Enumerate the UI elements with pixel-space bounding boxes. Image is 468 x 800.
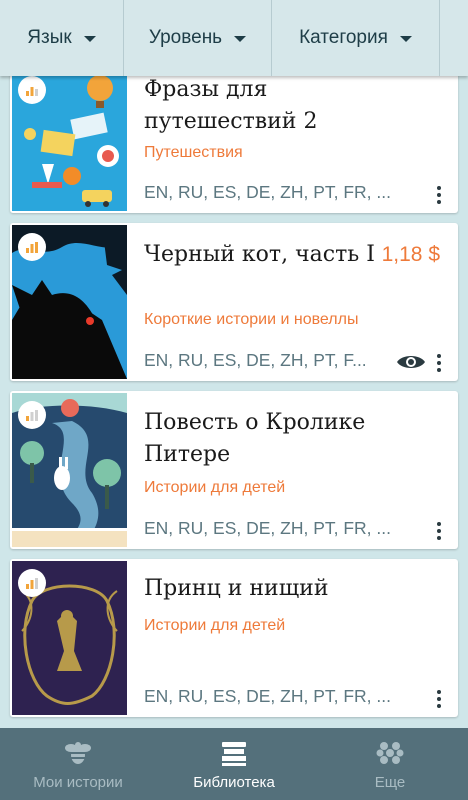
level-badge-icon (18, 76, 46, 104)
bee-icon (65, 741, 91, 764)
more-options-icon[interactable] (434, 186, 444, 204)
book-category: Короткие истории и новеллы (144, 311, 359, 328)
library-icon (222, 741, 246, 766)
book-title: Принц и нищий (144, 576, 329, 601)
book-title: Фразы для путешествий 2 (144, 77, 318, 134)
nav-more[interactable]: Еще (312, 728, 468, 800)
book-category: Истории для детей (144, 617, 286, 634)
nav-my-stories[interactable]: Мои истории (0, 728, 156, 800)
book-languages: EN, RU, ES, DE, ZH, PT, F... (144, 350, 367, 370)
filter-overflow (440, 0, 468, 76)
black-cat-cover-image (12, 225, 127, 379)
nav-my-stories-label: Мои истории (33, 773, 123, 791)
language-filter-label: Язык (27, 27, 72, 48)
book-languages: EN, RU, ES, DE, ZH, PT, FR, ... (144, 518, 391, 538)
chevron-down-icon (234, 36, 247, 42)
level-badge-icon (18, 233, 46, 261)
more-options-icon[interactable] (434, 690, 444, 708)
category-filter[interactable]: Категория (272, 0, 440, 76)
nav-library-label: Библиотека (193, 773, 275, 791)
book-card[interactable]: Принц и нищий Истории для детей EN, RU, … (10, 559, 458, 717)
nav-library[interactable]: Библиотека (156, 728, 312, 800)
book-card[interactable]: Черный кот, часть I 1,18 $ Короткие исто… (10, 223, 458, 381)
book-card[interactable]: Повесть о Кролике Питере Истории для дет… (10, 391, 458, 549)
book-languages: EN, RU, ES, DE, ZH, PT, FR, ... (144, 686, 391, 706)
eye-icon[interactable] (396, 352, 426, 376)
book-category: Истории для детей (144, 479, 286, 496)
book-list[interactable]: Фразы для путешествий 2 Путешествия EN, … (0, 76, 468, 728)
bottom-navigation: Мои истории Библиотека Еще (0, 728, 468, 800)
nav-more-label: Еще (374, 773, 406, 791)
more-options-icon[interactable] (434, 354, 444, 372)
level-filter-label: Уровень (148, 27, 223, 48)
rabbit-cover-image (12, 393, 127, 547)
book-price: 1,18 $ (381, 243, 440, 266)
book-title: Черный кот, часть I (144, 242, 375, 267)
honeycomb-icon (376, 741, 404, 764)
level-filter[interactable]: Уровень (124, 0, 272, 76)
travel-cover-image (12, 76, 127, 211)
level-badge-icon (18, 569, 46, 597)
filter-bar: Язык Уровень Категория (0, 0, 468, 76)
chevron-down-icon (83, 36, 96, 42)
more-options-icon[interactable] (434, 522, 444, 540)
prince-cover-image (12, 561, 127, 715)
book-title: Повесть о Кролике Питере (144, 410, 366, 467)
chevron-down-icon (399, 36, 412, 42)
book-languages: EN, RU, ES, DE, ZH, PT, FR, ... (144, 182, 391, 202)
language-filter[interactable]: Язык (0, 0, 124, 76)
book-category: Путешествия (144, 144, 243, 161)
level-badge-icon (18, 401, 46, 429)
book-card[interactable]: Фразы для путешествий 2 Путешествия EN, … (10, 76, 458, 213)
category-filter-label: Категория (299, 27, 388, 48)
